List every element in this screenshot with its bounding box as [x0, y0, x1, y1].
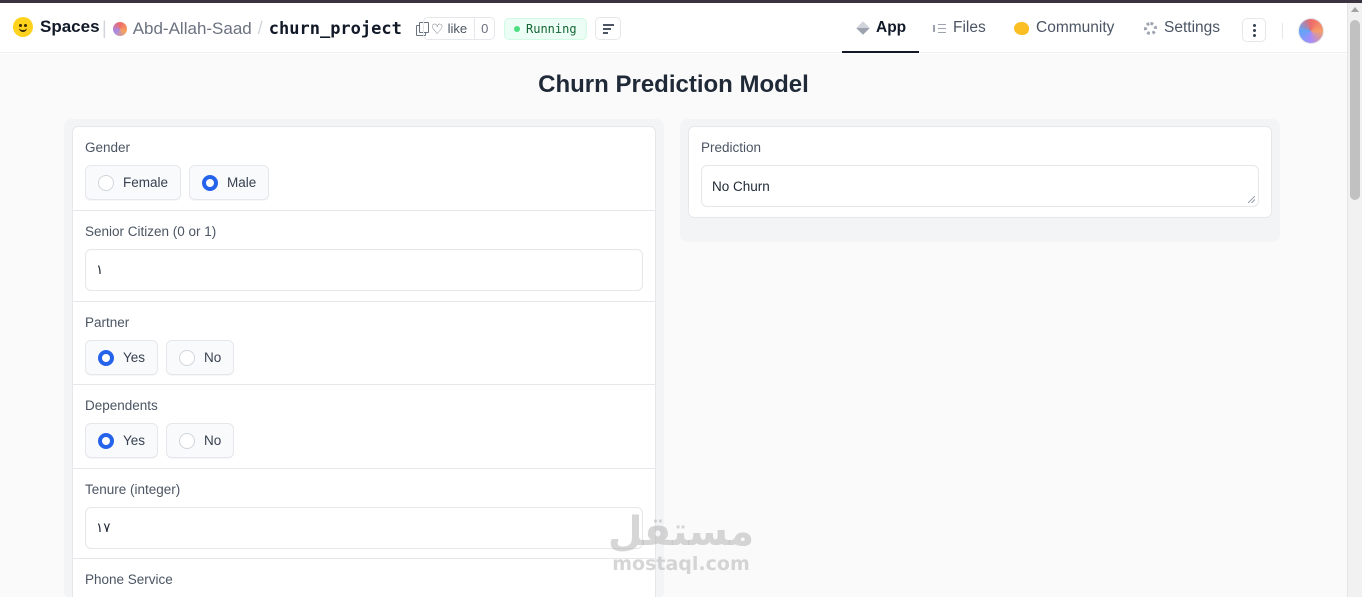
header-divider: [1282, 23, 1283, 39]
gender-block: Gender Female Male: [73, 127, 655, 211]
tab-app-label: App: [876, 19, 907, 36]
input-form: Gender Female Male Senior Citizen (0 or …: [72, 126, 656, 597]
scroll-up-arrow-icon[interactable]: [1351, 7, 1359, 12]
radio-checked-icon: [98, 349, 114, 366]
like-button[interactable]: ♡ like 0: [423, 17, 496, 40]
senior-citizen-block: Senior Citizen (0 or 1) ١: [73, 211, 655, 302]
radio-checked-icon: [98, 432, 114, 449]
phone-service-label: Phone Service: [85, 572, 173, 587]
radio-unchecked-icon: [179, 349, 196, 366]
more-options-button[interactable]: [1242, 18, 1266, 42]
partner-option-no[interactable]: No: [166, 340, 235, 375]
tab-community-label: Community: [1036, 19, 1115, 36]
files-icon: [933, 23, 946, 34]
heart-icon: ♡: [431, 20, 444, 37]
tenure-label: Tenure (integer): [85, 482, 181, 497]
dependents-option-yes[interactable]: Yes: [85, 423, 159, 458]
tab-community[interactable]: Community: [1014, 3, 1114, 53]
breadcrumb: | Abd-Allah-Saad / churn_project: [102, 18, 429, 39]
spaces-label: Spaces: [40, 17, 100, 36]
senior-citizen-input[interactable]: ١: [85, 249, 643, 291]
path-separator: /: [257, 18, 263, 38]
dot-icon: [1252, 28, 1256, 32]
tenure-input[interactable]: ١٧: [85, 507, 643, 549]
user-avatar[interactable]: [1298, 18, 1324, 44]
prediction-value: No Churn: [712, 178, 770, 194]
option-label: No: [204, 350, 222, 365]
gender-radio-group: Female Male: [85, 165, 643, 200]
dot-icon: [1252, 33, 1256, 37]
gender-option-male[interactable]: Male: [189, 165, 270, 200]
spaces-brand-link[interactable]: Spaces: [13, 17, 100, 37]
dependents-label: Dependents: [85, 398, 158, 413]
tab-settings-label: Settings: [1164, 19, 1221, 36]
tab-files-label: Files: [953, 19, 986, 36]
page-title: Churn Prediction Model: [538, 71, 809, 98]
gender-option-female[interactable]: Female: [85, 165, 182, 200]
list-lines-icon: [602, 24, 614, 34]
scrollbar-thumb[interactable]: [1350, 20, 1360, 200]
dot-icon: [1252, 23, 1256, 27]
prediction-label: Prediction: [701, 140, 762, 155]
partner-option-yes[interactable]: Yes: [85, 340, 159, 375]
senior-citizen-label: Senior Citizen (0 or 1): [85, 224, 217, 239]
dependents-option-no[interactable]: No: [166, 423, 235, 458]
running-status-badge[interactable]: Running: [504, 18, 587, 40]
partner-label: Partner: [85, 315, 130, 330]
tab-files[interactable]: Files: [933, 3, 986, 53]
like-count: 0: [474, 18, 494, 39]
community-icon: [1014, 21, 1029, 35]
breadcrumb-divider: |: [102, 18, 107, 38]
tab-settings[interactable]: Settings: [1144, 3, 1220, 53]
option-label: Yes: [123, 350, 146, 365]
option-label: Male: [227, 175, 257, 190]
hugging-face-logo-icon: [13, 17, 33, 37]
option-label: No: [204, 433, 222, 448]
cube-icon: [856, 21, 870, 35]
option-label: Female: [123, 175, 169, 190]
status-dot-icon: [514, 26, 520, 32]
phone-service-block: Phone Service: [73, 559, 655, 597]
resize-handle-icon[interactable]: [1248, 196, 1255, 203]
partner-radio-group: Yes No: [85, 340, 643, 375]
radio-checked-icon: [202, 174, 219, 191]
tab-app[interactable]: App: [841, 3, 920, 53]
partner-block: Partner Yes No: [73, 302, 655, 385]
prediction-block: Prediction No Churn: [688, 126, 1272, 218]
owner-link[interactable]: Abd-Allah-Saad: [133, 19, 252, 39]
owner-avatar: [112, 21, 127, 36]
option-label: Yes: [123, 433, 146, 448]
tenure-block: Tenure (integer) ١٧: [73, 469, 655, 559]
repo-name-link[interactable]: churn_project: [269, 19, 402, 39]
status-label: Running: [526, 22, 577, 36]
prediction-output[interactable]: No Churn: [701, 165, 1259, 207]
radio-unchecked-icon: [98, 174, 114, 191]
logs-button[interactable]: [595, 17, 621, 40]
gear-icon: [1144, 21, 1157, 35]
dependents-radio-group: Yes No: [85, 423, 643, 458]
gender-label: Gender: [85, 140, 131, 155]
like-label: like: [447, 21, 468, 36]
radio-unchecked-icon: [179, 432, 196, 449]
page-scrollbar[interactable]: [1347, 3, 1362, 597]
dependents-block: Dependents Yes No: [73, 385, 655, 469]
